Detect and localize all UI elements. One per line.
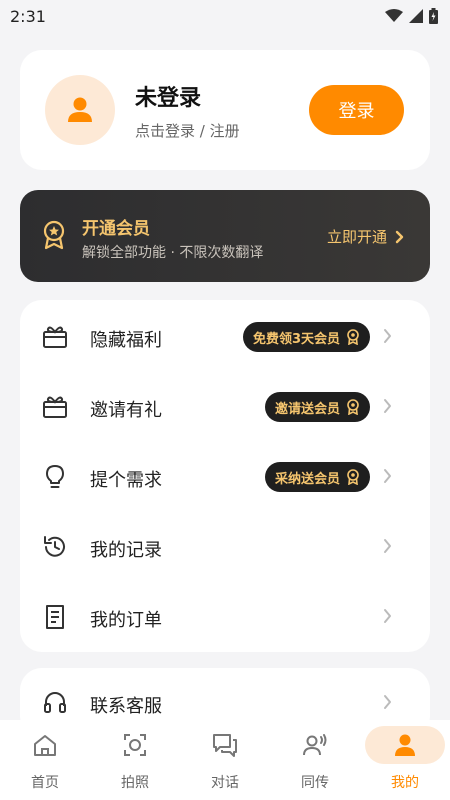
login-button[interactable]: 登录 bbox=[309, 85, 404, 135]
signal-icon bbox=[409, 9, 423, 23]
tab-label: 首页 bbox=[31, 775, 59, 791]
chevron-right-icon bbox=[384, 539, 391, 553]
menu-item-label: 联系客服 bbox=[90, 696, 162, 717]
menu-item-label: 隐藏福利 bbox=[90, 330, 162, 351]
profile-name: 未登录 bbox=[135, 86, 202, 111]
menu-item-invite[interactable]: 邀请有礼 邀请送会员 bbox=[20, 372, 430, 442]
receipt-icon bbox=[46, 605, 64, 629]
home-icon bbox=[34, 735, 56, 756]
promo-badge-label: 免费领3天会员 bbox=[252, 331, 340, 347]
status-icons bbox=[385, 8, 438, 24]
person-icon bbox=[68, 97, 92, 122]
promo-badge: 邀请送会员 bbox=[264, 392, 370, 422]
menu-card: 隐藏福利 免费领3天会员 邀请有礼 邀请送会员 提个需求 采纳送会员 我的记录 … bbox=[20, 300, 430, 652]
menu-item-feedback[interactable]: 提个需求 采纳送会员 bbox=[20, 442, 430, 512]
status-time: 2:31 bbox=[10, 6, 46, 26]
chevron-right-icon bbox=[384, 609, 391, 623]
vip-cta-label: 立即开通 bbox=[326, 228, 387, 246]
voice-user-icon bbox=[303, 734, 327, 756]
gift-box-icon bbox=[43, 396, 67, 418]
vip-medal-icon bbox=[43, 220, 65, 250]
person-icon bbox=[395, 734, 415, 756]
medal-icon bbox=[347, 329, 359, 345]
profile-card[interactable]: 未登录 点击登录 / 注册 登录 bbox=[20, 50, 430, 170]
chevron-right-icon bbox=[395, 230, 404, 243]
menu-item-hidden-benefits[interactable]: 隐藏福利 免费领3天会员 bbox=[20, 302, 430, 372]
menu-item-label: 我的订单 bbox=[90, 610, 162, 631]
profile-subtitle[interactable]: 点击登录 / 注册 bbox=[135, 120, 240, 141]
vip-open-button[interactable]: 立即开通 bbox=[327, 226, 404, 247]
menu-item-label: 提个需求 bbox=[90, 470, 162, 491]
menu-item-label: 邀请有礼 bbox=[90, 400, 162, 421]
chevron-right-icon bbox=[384, 469, 391, 483]
tab-camera[interactable]: 拍照 bbox=[90, 720, 180, 800]
menu-item-history[interactable]: 我的记录 bbox=[20, 512, 430, 582]
lightbulb-icon bbox=[46, 465, 64, 488]
tab-interpret[interactable]: 同传 bbox=[270, 720, 360, 800]
vip-title: 开通会员 bbox=[82, 219, 150, 239]
promo-badge: 免费领3天会员 bbox=[242, 322, 370, 352]
vip-subtitle: 解锁全部功能 · 不限次数翻译 bbox=[82, 245, 264, 261]
tab-label: 拍照 bbox=[121, 775, 149, 791]
promo-badge-label: 采纳送会员 bbox=[274, 471, 340, 487]
wifi-icon bbox=[385, 9, 403, 22]
promo-badge: 采纳送会员 bbox=[264, 462, 370, 492]
battery-icon bbox=[429, 8, 438, 24]
chevron-right-icon bbox=[384, 399, 391, 413]
vip-banner[interactable]: 开通会员 解锁全部功能 · 不限次数翻译 立即开通 bbox=[20, 190, 430, 282]
headset-icon bbox=[44, 692, 66, 713]
history-icon bbox=[44, 536, 65, 557]
camera-scan-icon bbox=[124, 734, 146, 756]
medal-icon bbox=[347, 399, 359, 415]
menu-item-label: 我的记录 bbox=[90, 540, 162, 561]
chevron-right-icon bbox=[384, 329, 391, 343]
tab-label: 同传 bbox=[301, 775, 329, 791]
chevron-right-icon bbox=[384, 695, 391, 709]
tab-chat[interactable]: 对话 bbox=[180, 720, 270, 800]
tab-home[interactable]: 首页 bbox=[0, 720, 90, 800]
bottom-tab-bar: 首页 拍照 对话 同传 我的 bbox=[0, 720, 450, 800]
gift-box-icon bbox=[43, 326, 67, 348]
status-bar: 2:31 bbox=[0, 0, 450, 32]
chat-icon bbox=[213, 734, 237, 757]
tab-label: 对话 bbox=[211, 775, 239, 791]
tab-label: 我的 bbox=[391, 775, 419, 791]
promo-badge-label: 邀请送会员 bbox=[274, 401, 340, 417]
avatar[interactable] bbox=[45, 75, 115, 145]
tab-mine[interactable]: 我的 bbox=[360, 720, 450, 800]
menu-item-orders[interactable]: 我的订单 bbox=[20, 582, 430, 652]
medal-icon bbox=[347, 469, 359, 485]
